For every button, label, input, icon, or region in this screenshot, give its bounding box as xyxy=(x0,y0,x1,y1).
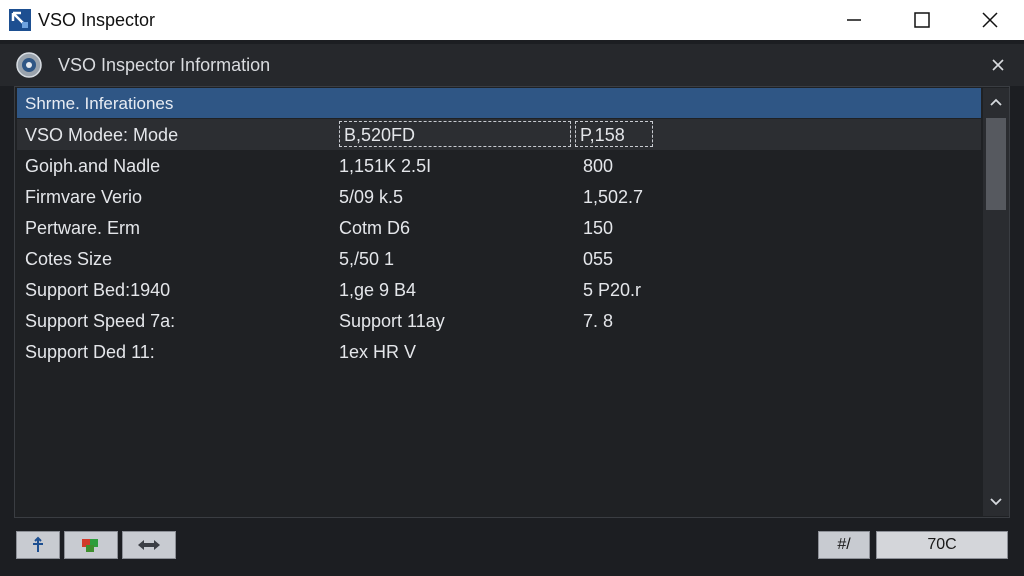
row-value: Support 11ay xyxy=(339,311,445,331)
row-extra: 7. 8 xyxy=(583,311,614,331)
row-value: B,520FD xyxy=(344,125,416,145)
row-label: Cotes Size xyxy=(25,249,113,269)
row-value: 1ex HR V xyxy=(339,342,417,362)
table-row[interactable]: VSO Modee: Mode B,520FD P,158 xyxy=(17,119,981,150)
row-extra: 800 xyxy=(583,156,614,176)
row-extra: 150 xyxy=(583,218,614,238)
table-row[interactable]: Pertware. Erm Cotm D6 150 xyxy=(17,212,981,243)
title-bar[interactable]: VSO Inspector xyxy=(0,0,1024,40)
row-extra: 5 P20.r xyxy=(583,280,642,300)
scroll-thumb[interactable] xyxy=(986,118,1006,210)
panel-header: VSO Inspector Information xyxy=(0,44,1024,86)
close-icon xyxy=(982,12,998,28)
panel-title: VSO Inspector Information xyxy=(58,55,271,75)
swap-arrows-icon xyxy=(138,540,160,550)
minimize-button[interactable] xyxy=(826,0,882,40)
row-extra: 055 xyxy=(583,249,614,269)
maximize-button[interactable] xyxy=(894,0,950,40)
close-button[interactable] xyxy=(962,0,1018,40)
list-header[interactable]: Shrme. Inferationes xyxy=(17,88,981,118)
row-label: VSO Modee: Mode xyxy=(25,125,179,145)
table-row[interactable]: Support Bed:1940 1,ge 9 B4 5 P20.r xyxy=(17,274,981,305)
vertical-scrollbar[interactable] xyxy=(983,88,1009,516)
row-value: 5,/50 1 xyxy=(339,249,395,269)
chevron-up-icon xyxy=(990,98,1002,106)
swap-button[interactable] xyxy=(122,531,176,559)
row-value: Cotm D6 xyxy=(339,218,411,238)
table-row[interactable]: Goiph.and Nadle 1,151K 2.5I 800 xyxy=(17,150,981,181)
row-value: 5/09 k.5 xyxy=(339,187,404,207)
table-row[interactable]: Support Ded 11: 1ex HR V xyxy=(17,336,981,367)
panel-close-button[interactable] xyxy=(986,53,1010,77)
pin-icon xyxy=(33,536,43,552)
hash-button-label: #/ xyxy=(837,536,851,553)
row-label: Support Speed 7a: xyxy=(25,311,176,331)
list-header-label: Shrme. Inferationes xyxy=(25,94,174,113)
row-label: Goiph.and Nadle xyxy=(25,156,161,176)
chevron-down-icon xyxy=(990,498,1002,506)
close-icon xyxy=(992,59,1004,71)
row-value: 1,151K 2.5I xyxy=(339,156,432,176)
scroll-down-button[interactable] xyxy=(983,488,1009,516)
app-logo-icon xyxy=(9,9,31,31)
row-label: Pertware. Erm xyxy=(25,218,141,238)
maximize-icon xyxy=(914,12,930,28)
row-extra: 1,502.7 xyxy=(583,187,644,207)
table-row[interactable]: Firmvare Verio 5/09 k.5 1,502.7 xyxy=(17,181,981,212)
window-title: VSO Inspector xyxy=(38,10,156,30)
plugin-button[interactable] xyxy=(64,531,118,559)
hash-button[interactable]: #/ xyxy=(818,531,870,559)
row-extra: P,158 xyxy=(580,125,625,145)
scroll-up-button[interactable] xyxy=(983,88,1009,116)
action-button[interactable]: 70C xyxy=(876,531,1008,559)
action-button-label: 70C xyxy=(927,536,957,553)
puzzle-icon xyxy=(82,539,98,552)
info-list[interactable]: Shrme. Inferationes VSO Modee: Mode B,52… xyxy=(14,86,1010,518)
minimize-icon xyxy=(847,19,861,21)
row-value: 1,ge 9 B4 xyxy=(339,280,417,300)
row-label: Support Bed:1940 xyxy=(25,280,171,300)
app-window: VSO Inspector VSO Inspector Information … xyxy=(0,0,1024,576)
info-disc-icon xyxy=(16,52,42,78)
table-row[interactable]: Support Speed 7a: Support 11ay 7. 8 xyxy=(17,305,981,336)
pin-button[interactable] xyxy=(16,531,60,559)
row-label: Firmvare Verio xyxy=(25,187,143,207)
table-row[interactable]: Cotes Size 5,/50 1 055 xyxy=(17,243,981,274)
row-label: Support Ded 11: xyxy=(25,342,155,362)
